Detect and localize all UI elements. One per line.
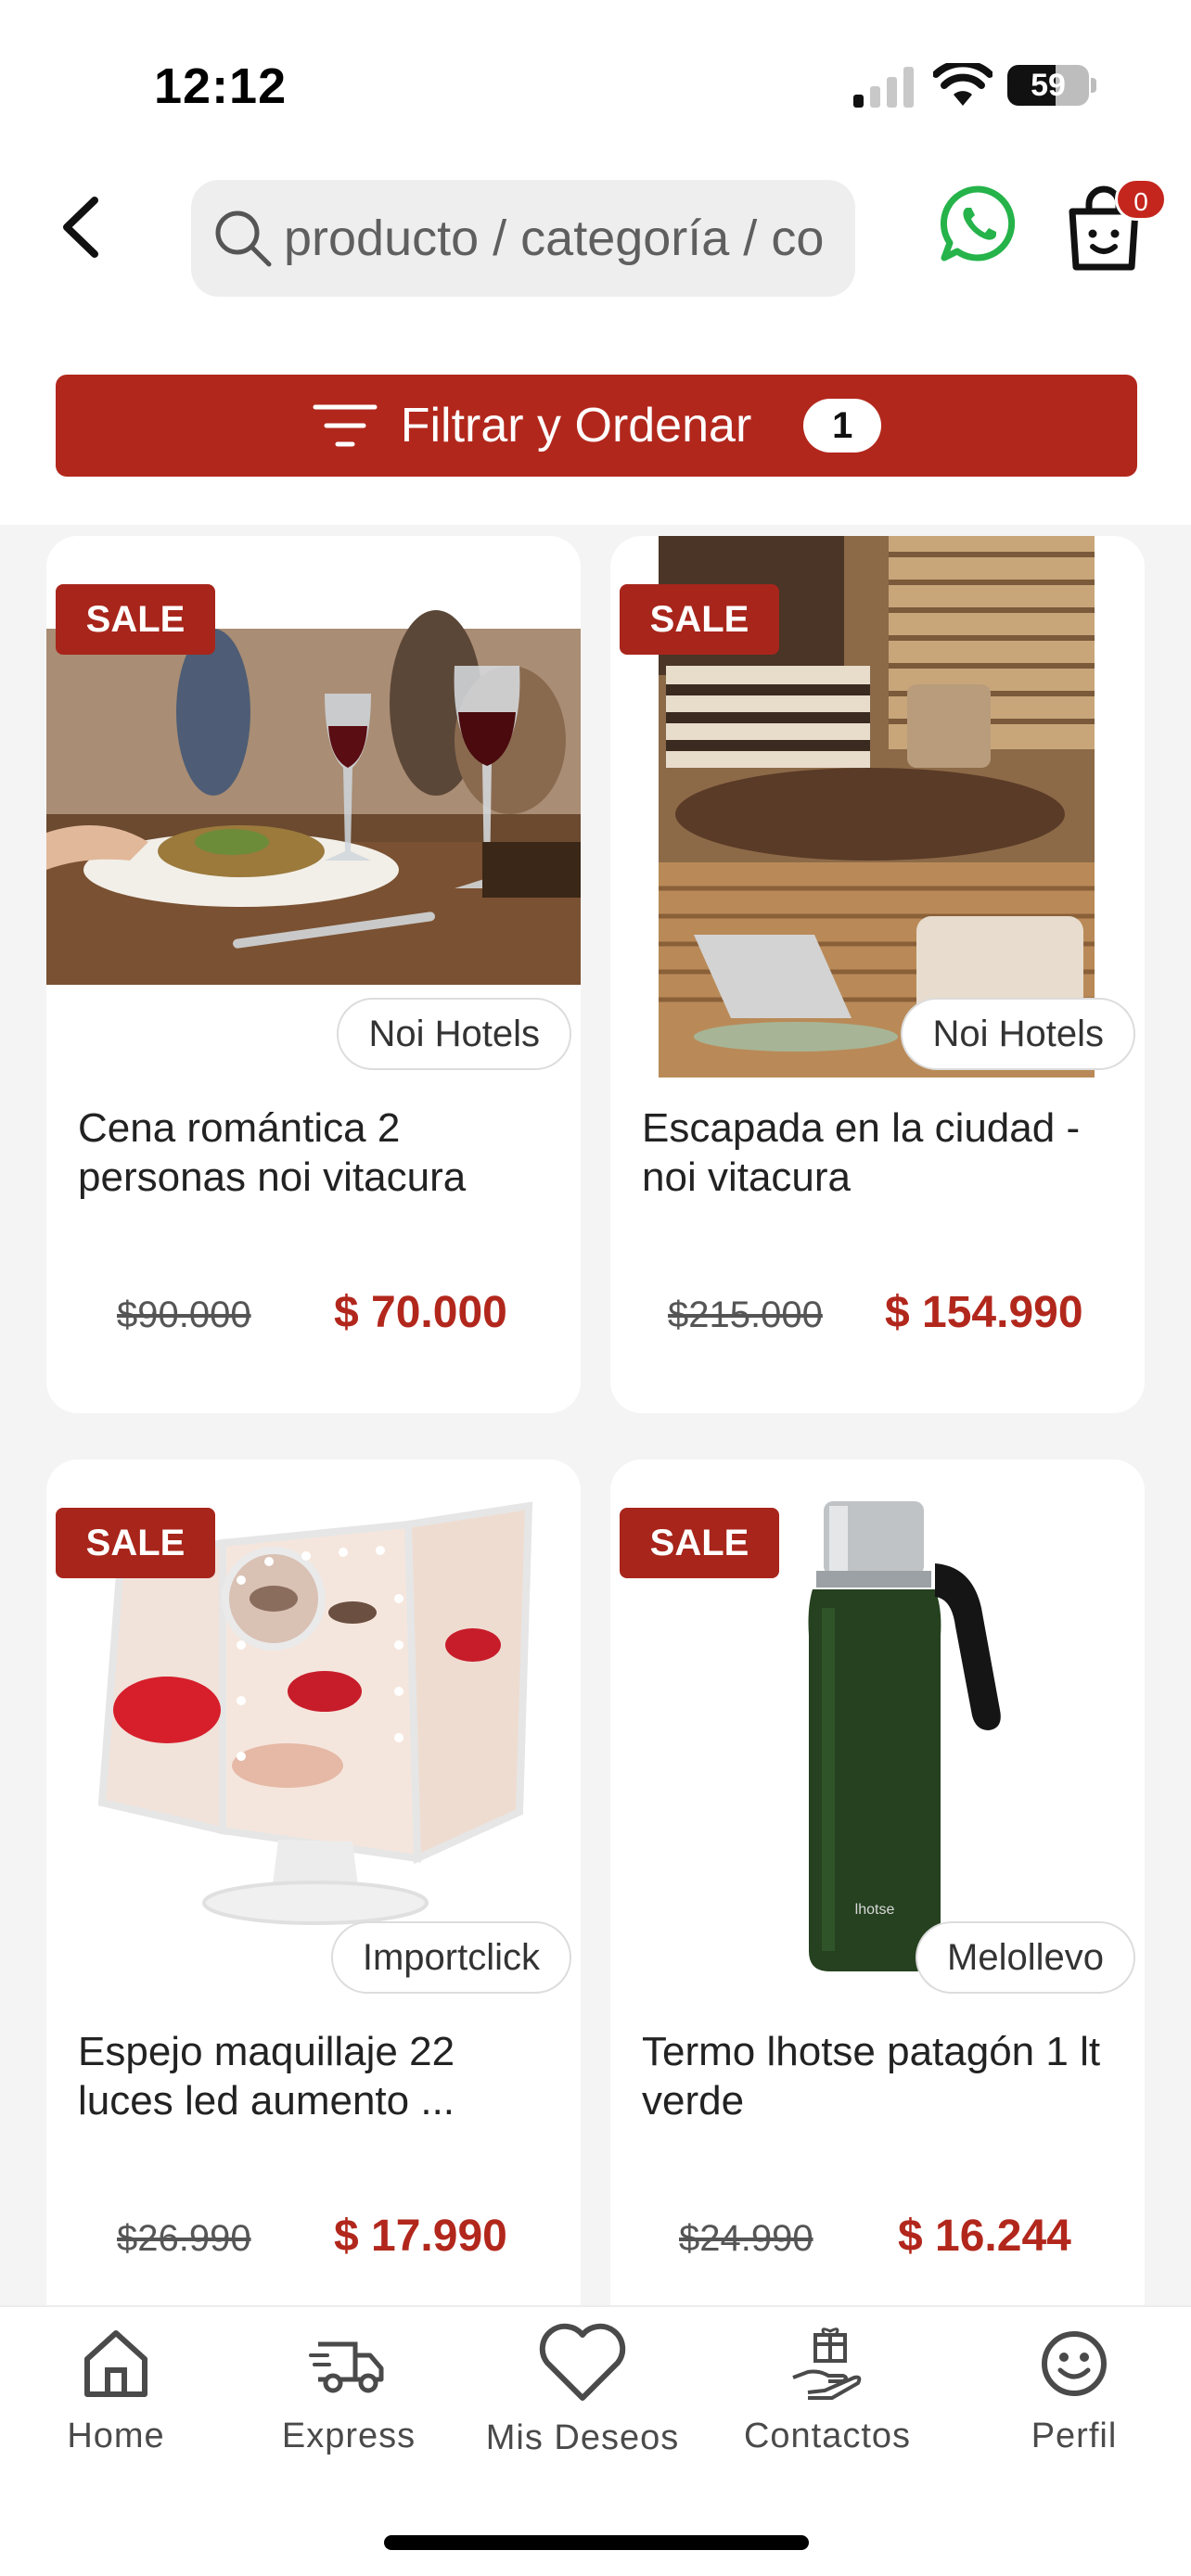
back-button[interactable] bbox=[48, 185, 113, 269]
search-bar[interactable]: producto / categoría / co bbox=[191, 180, 855, 297]
nav-express[interactable]: Express bbox=[247, 2324, 451, 2456]
status-bar: 12:12 59 bbox=[0, 0, 1191, 158]
filter-label: Filtrar y Ordenar bbox=[400, 399, 752, 453]
filter-sort-button[interactable]: Filtrar y Ordenar 1 bbox=[56, 375, 1137, 477]
nav-profile[interactable]: Perfil bbox=[972, 2324, 1176, 2456]
search-icon bbox=[215, 210, 272, 267]
product-name[interactable]: Espejo maquillaje 22 luces led aumento .… bbox=[78, 2027, 560, 2125]
nav-wishlist[interactable]: Mis Deseos bbox=[480, 2320, 685, 2458]
cellular-signal-icon bbox=[853, 67, 914, 108]
sale-badge: SALE bbox=[620, 584, 779, 655]
original-price: $90.000 bbox=[117, 1294, 251, 1335]
brand-chip[interactable]: Noi Hotels bbox=[337, 998, 571, 1070]
product-name[interactable]: Cena romántica 2 personas noi vitacura bbox=[78, 1103, 560, 1202]
battery-indicator: 59 bbox=[1007, 65, 1089, 106]
brand-chip[interactable]: Importclick bbox=[330, 1921, 571, 1994]
sale-price: $ 17.990 bbox=[334, 2212, 507, 2261]
nav-label: Express bbox=[281, 2417, 416, 2455]
filter-count-badge: 1 bbox=[803, 399, 882, 453]
nav-contacts[interactable]: Contactos bbox=[725, 2324, 929, 2456]
nav-home[interactable]: Home bbox=[14, 2324, 218, 2456]
home-icon bbox=[84, 2330, 147, 2397]
chevron-left-icon bbox=[63, 197, 98, 258]
gift-hand-icon bbox=[792, 2327, 862, 2400]
smiley-icon bbox=[1042, 2331, 1107, 2396]
sale-badge: SALE bbox=[56, 584, 215, 655]
filter-lines-icon bbox=[313, 404, 378, 447]
sale-badge: SALE bbox=[56, 1508, 215, 1578]
product-name[interactable]: Escapada en la ciudad - noi vitacura bbox=[642, 1103, 1124, 1202]
original-price: $26.990 bbox=[117, 2218, 251, 2259]
sale-badge: SALE bbox=[620, 1508, 779, 1578]
wifi-icon bbox=[933, 63, 992, 106]
cart-count-badge: 0 bbox=[1115, 178, 1167, 221]
home-indicator bbox=[384, 2535, 809, 2550]
brand-chip[interactable]: Melollevo bbox=[916, 1921, 1135, 1994]
sale-price: $ 16.244 bbox=[898, 2212, 1071, 2261]
product-grid: SALE Noi Hotels Cena romántica 2 persona… bbox=[0, 525, 1191, 2337]
nav-label: Home bbox=[67, 2417, 165, 2455]
truck-icon bbox=[309, 2341, 384, 2393]
whatsapp-icon[interactable] bbox=[939, 184, 1018, 263]
brand-chip[interactable]: Noi Hotels bbox=[901, 998, 1135, 1070]
status-time: 12:12 bbox=[154, 58, 288, 114]
product-card[interactable]: SALE Importclick Espejo maquillaje 22 lu… bbox=[46, 1460, 581, 2337]
nav-label: Perfil bbox=[1031, 2417, 1118, 2455]
search-input-placeholder[interactable]: producto / categoría / co bbox=[284, 210, 824, 267]
battery-level: 59 bbox=[1031, 68, 1066, 103]
heart-icon bbox=[539, 2323, 626, 2401]
battery-cap bbox=[1091, 78, 1096, 93]
nav-label: Contactos bbox=[743, 2417, 912, 2455]
sale-price: $ 70.000 bbox=[334, 1288, 507, 1337]
product-name[interactable]: Termo lhotse patagón 1 lt verde bbox=[642, 2027, 1124, 2125]
nav-label: Mis Deseos bbox=[485, 2418, 680, 2457]
product-card[interactable]: SALE Noi Hotels Cena romántica 2 persona… bbox=[46, 536, 581, 1413]
sale-price: $ 154.990 bbox=[885, 1288, 1083, 1337]
product-card[interactable]: SALE Noi Hotels Escapada en la ciudad - … bbox=[610, 536, 1145, 1413]
product-card[interactable]: lhotse SALE Melollevo Termo lhotse patag… bbox=[610, 1460, 1145, 2337]
original-price: $24.990 bbox=[679, 2218, 813, 2259]
svg-text:lhotse: lhotse bbox=[855, 1902, 895, 1918]
original-price: $215.000 bbox=[668, 1294, 823, 1335]
